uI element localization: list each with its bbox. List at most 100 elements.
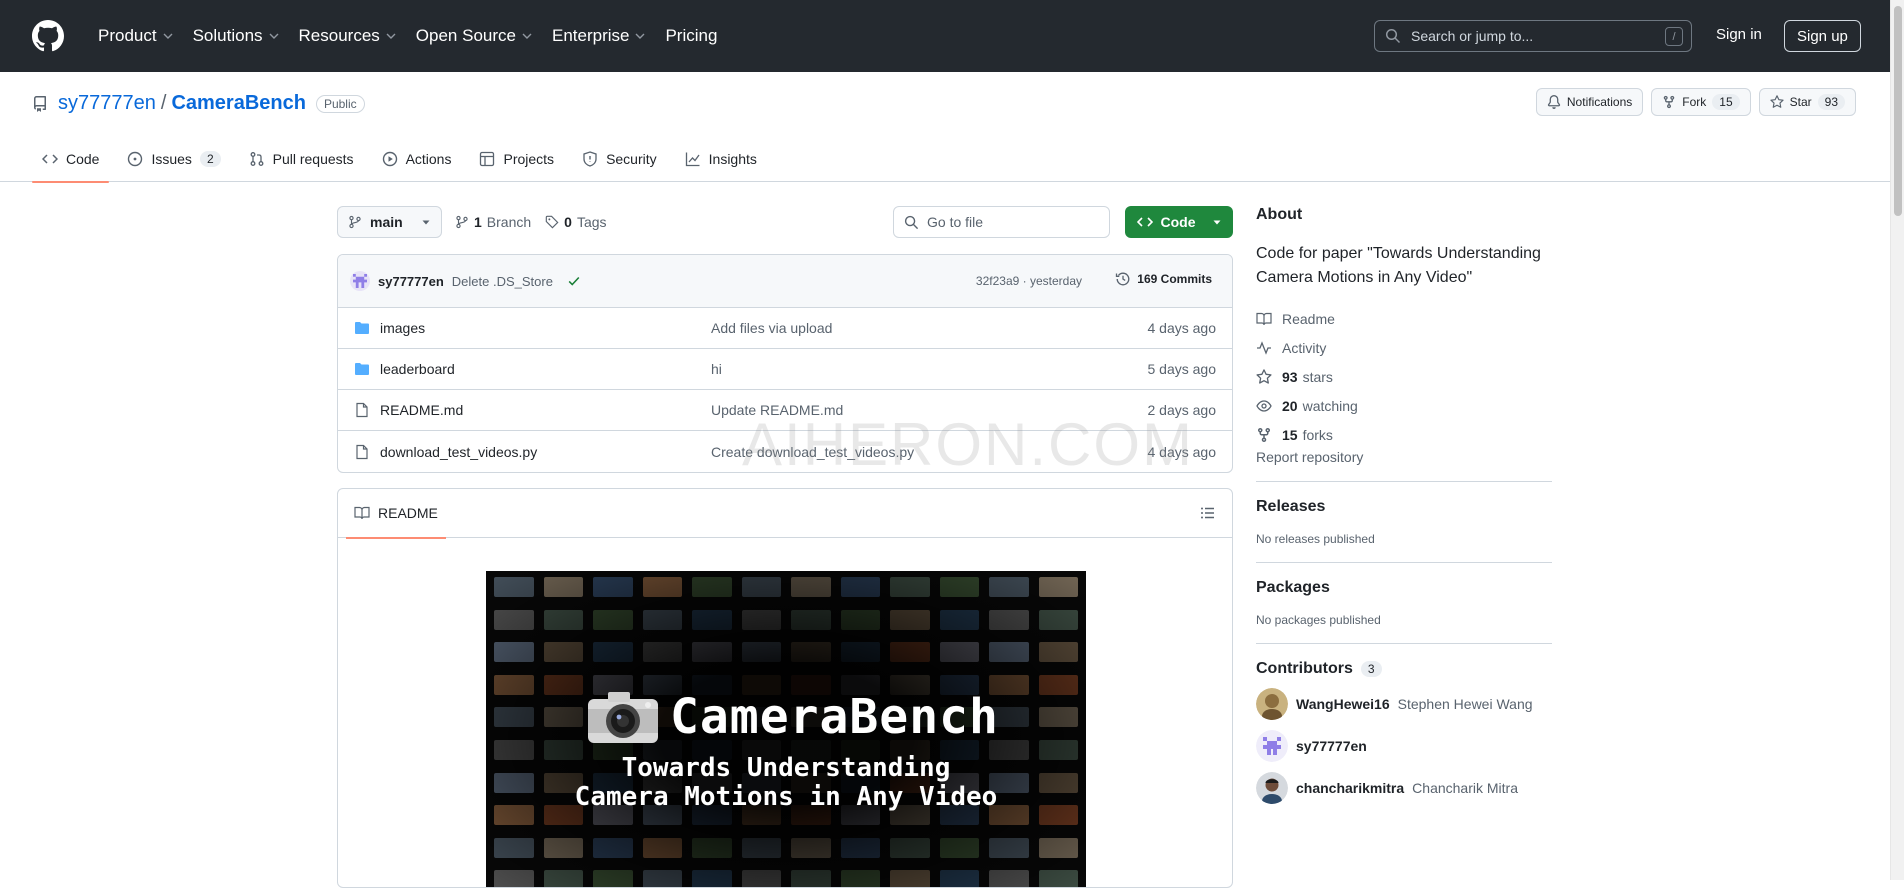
chevron-down-icon [635,33,645,39]
notifications-label: Notifications [1566,95,1633,109]
stars-link[interactable]: 93 stars [1256,362,1552,391]
tags-link[interactable]: 0 Tags [545,214,607,230]
readme-tab-label: README [378,505,438,521]
scrollbar-thumb[interactable] [1894,6,1902,216]
branch-tag-counts: 1 Branch 0 Tags [455,214,607,230]
tab-projects[interactable]: Projects [469,136,564,182]
nav-label: Resources [298,26,380,45]
history-icon [1116,272,1130,286]
tab-actions[interactable]: Actions [372,136,462,182]
commits-link[interactable]: 169 Commits [1115,271,1212,287]
file-name-link[interactable]: images [380,320,425,336]
tag-word: Tags [576,214,607,230]
go-to-file-placeholder: Go to file [927,214,984,230]
search-shortcut-key: / [1665,27,1683,46]
chevron-down-icon [386,33,396,39]
code-icon [1136,217,1153,227]
nav-product[interactable]: Product [88,16,183,56]
file-icon [356,444,368,459]
repo-name-link[interactable]: CameraBench [171,92,306,115]
readme-panel: README CameraBench Towards Understanding… [337,488,1233,888]
file-name-link[interactable]: download_test_videos.py [380,444,537,460]
table-icon [480,151,495,167]
fork-button[interactable]: Fork 15 [1651,88,1751,116]
issue-icon [128,151,143,167]
fork-icon [1664,95,1675,109]
file-icon [356,402,368,418]
go-to-file-input[interactable]: Go to file [893,206,1110,238]
divider [1256,643,1552,644]
notifications-button[interactable]: Notifications [1535,88,1644,116]
contributor-item[interactable]: chancharikmitra Chancharik Mitra [1256,772,1552,804]
branches-link[interactable]: 1 Branch [455,214,531,230]
avatar [1256,772,1288,804]
branch-icon [349,215,361,229]
banner-subtitle-line1: Towards Understanding [621,753,951,783]
contributor-item[interactable]: sy77777en [1256,730,1552,762]
tab-code[interactable]: Code [32,136,110,183]
contributor-name: Chancharik Mitra [1412,780,1518,796]
avatar [1256,730,1288,762]
global-search-input[interactable]: Search or jump to... / [1374,20,1692,52]
branch-count: 1 [474,214,482,230]
tab-insights[interactable]: Insights [675,136,767,182]
commit-message-link[interactable]: Delete .DS_Store [452,274,553,289]
file-commit-message[interactable]: Add files via upload [711,320,832,336]
packages-heading[interactable]: Packages [1256,579,1552,597]
file-commit-message[interactable]: Create download_test_videos.py [711,444,914,460]
readme-link[interactable]: Readme [1256,304,1552,333]
tab-label: Security [606,151,657,167]
tag-count: 0 [564,214,572,230]
code-dropdown-button[interactable]: Code [1125,206,1233,238]
file-name-link[interactable]: leaderboard [380,361,455,377]
nav-label: Product [98,26,157,45]
sign-up-button[interactable]: Sign up [1784,20,1861,52]
file-date: 4 days ago [1147,443,1217,460]
readme-tab[interactable]: README [346,489,446,539]
code-button-label: Code [1160,214,1196,230]
about-heading: About [1256,206,1303,223]
contributor-item[interactable]: WangHewei16 Stephen Hewei Wang [1256,688,1552,720]
sign-in-link[interactable]: Sign in [1706,22,1772,47]
tab-label: Insights [708,151,757,167]
nav-pricing[interactable]: Pricing [655,16,727,56]
repo-owner-link[interactable]: sy77777en [58,92,156,115]
contributors-heading[interactable]: Contributors [1256,660,1353,678]
page-scrollbar[interactable] [1890,0,1904,880]
forks-count: 15 [1282,426,1298,443]
nav-label: Pricing [665,26,718,45]
star-button[interactable]: Star 93 [1758,88,1856,116]
nav-enterprise[interactable]: Enterprise [542,16,655,56]
commit-author-link[interactable]: sy77777en [378,274,444,289]
file-name-link[interactable]: README.md [380,402,463,418]
commit-count-label: 169 Commits [1137,272,1212,286]
check-icon[interactable] [567,274,581,288]
activity-link[interactable]: Activity [1256,333,1552,362]
forks-link[interactable]: 15 forks [1256,420,1552,449]
tab-pull-requests[interactable]: Pull requests [239,136,364,182]
list-icon[interactable] [1200,505,1216,521]
nav-resources[interactable]: Resources [289,16,406,56]
about-links: Readme Activity 93 stars 20 watching 15 … [1256,304,1552,449]
avatar[interactable] [350,271,370,291]
releases-heading[interactable]: Releases [1256,498,1552,516]
folder-icon [355,363,369,375]
report-repository-link[interactable]: Report repository [1256,449,1363,465]
releases-note: No releases published [1256,532,1375,546]
github-logo-icon[interactable] [32,20,64,52]
divider [1256,562,1552,563]
play-icon [382,151,397,167]
file-commit-message[interactable]: hi [711,361,722,377]
tab-issues[interactable]: Issues 2 [117,136,230,182]
readme-banner-image: CameraBench Towards Understanding Camera… [486,571,1086,887]
nav-solutions[interactable]: Solutions [183,16,289,56]
issues-count: 2 [199,151,221,167]
nav-open-source[interactable]: Open Source [406,16,542,56]
about-description: Code for paper "Towards Understanding Ca… [1256,245,1541,286]
code-icon [42,154,58,164]
watchers-link[interactable]: 20 watching [1256,391,1552,420]
commit-hash-time[interactable]: 32f23a9 · yesterday [976,274,1082,288]
branch-selector[interactable]: main [337,206,442,238]
file-commit-message[interactable]: Update README.md [711,402,843,418]
tab-security[interactable]: Security [572,136,667,182]
